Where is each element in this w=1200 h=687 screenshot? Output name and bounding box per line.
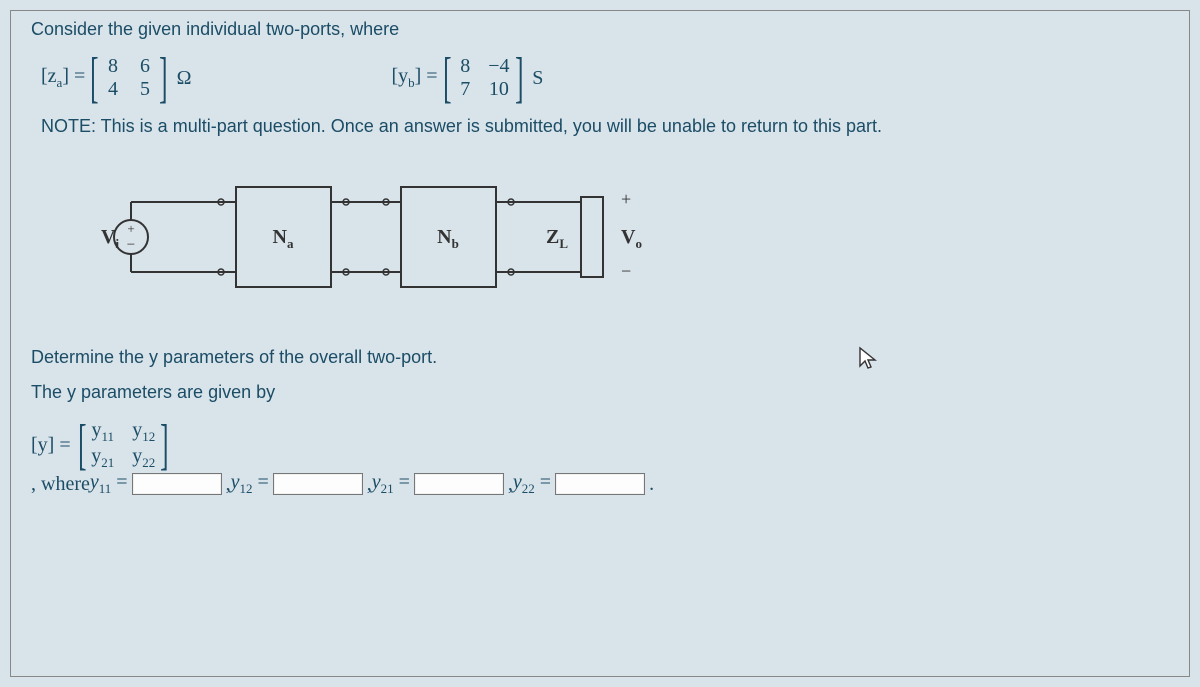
y-matrix: y11 y12 y21 y22 [91,419,155,471]
y12-input[interactable] [273,473,363,495]
za-m11: 8 [104,55,122,78]
bracket-right: ] [159,54,167,102]
y-lhs: [y] = [31,434,71,457]
y22-label: y22 = [513,471,551,497]
yb-label: [yb] = [391,65,437,91]
source-minus: − [127,237,135,253]
question-panel: Consider the given individual two-ports,… [10,10,1190,677]
bracket-left: [ [90,54,98,102]
y21-label: y21 = [372,471,410,497]
answer-line: [y] = [ y11 y12 y21 y22 ] , where y11 = … [31,419,1169,497]
y22: y22 [132,445,155,471]
y11-input[interactable] [132,473,222,495]
vo-minus: − [621,261,631,281]
za-expression: [za] = [ 8 6 4 5 ] Ω [41,54,191,102]
vo-label: Vo [621,226,642,251]
za-m21: 4 [104,78,122,101]
period: . [649,473,654,496]
bracket-left: [ [443,54,451,102]
yb-unit: S [532,67,543,90]
na-label: Na [273,226,294,251]
za-m22: 5 [136,78,154,101]
yb-m22: 10 [488,78,509,101]
nb-label: Nb [437,226,459,251]
bracket-left: [ [78,421,86,469]
zl-label: ZL [546,226,568,251]
cursor-icon [857,346,879,370]
given-matrices-row: [za] = [ 8 6 4 5 ] Ω [yb] = [ 8 −4 7 10 [41,54,1169,102]
circuit-diagram: + − Vi Na Nb [61,177,1169,297]
y12: y12 [132,419,155,445]
y12-label: y12 = [231,471,269,497]
bracket-right: ] [515,54,523,102]
load-box [581,197,603,277]
y21-input[interactable] [414,473,504,495]
yb-expression: [yb] = [ 8 −4 7 10 ] S [391,54,543,102]
circuit-svg: + − Vi Na Nb [61,177,701,297]
y22-input[interactable] [555,473,645,495]
note-text: NOTE: This is a multi-part question. Onc… [41,116,1169,137]
question-sub-text: The y parameters are given by [31,382,1169,403]
vo-plus: + [621,189,631,209]
y21: y21 [91,445,114,471]
intro-text: Consider the given individual two-ports,… [31,19,1169,40]
question-text: Determine the y parameters of the overal… [31,347,1169,368]
bracket-right: ] [160,421,168,469]
y11-label: y11 = [90,471,128,497]
za-m12: 6 [136,55,154,78]
yb-m21: 7 [456,78,474,101]
y11: y11 [91,419,114,445]
yb-matrix: 8 −4 7 10 [456,55,509,101]
za-unit: Ω [177,67,192,90]
yb-m12: −4 [488,55,509,78]
yb-m11: 8 [456,55,474,78]
za-matrix: 8 6 4 5 [104,55,154,101]
za-label: [za] = [41,65,85,91]
source-plus: + [127,221,134,236]
